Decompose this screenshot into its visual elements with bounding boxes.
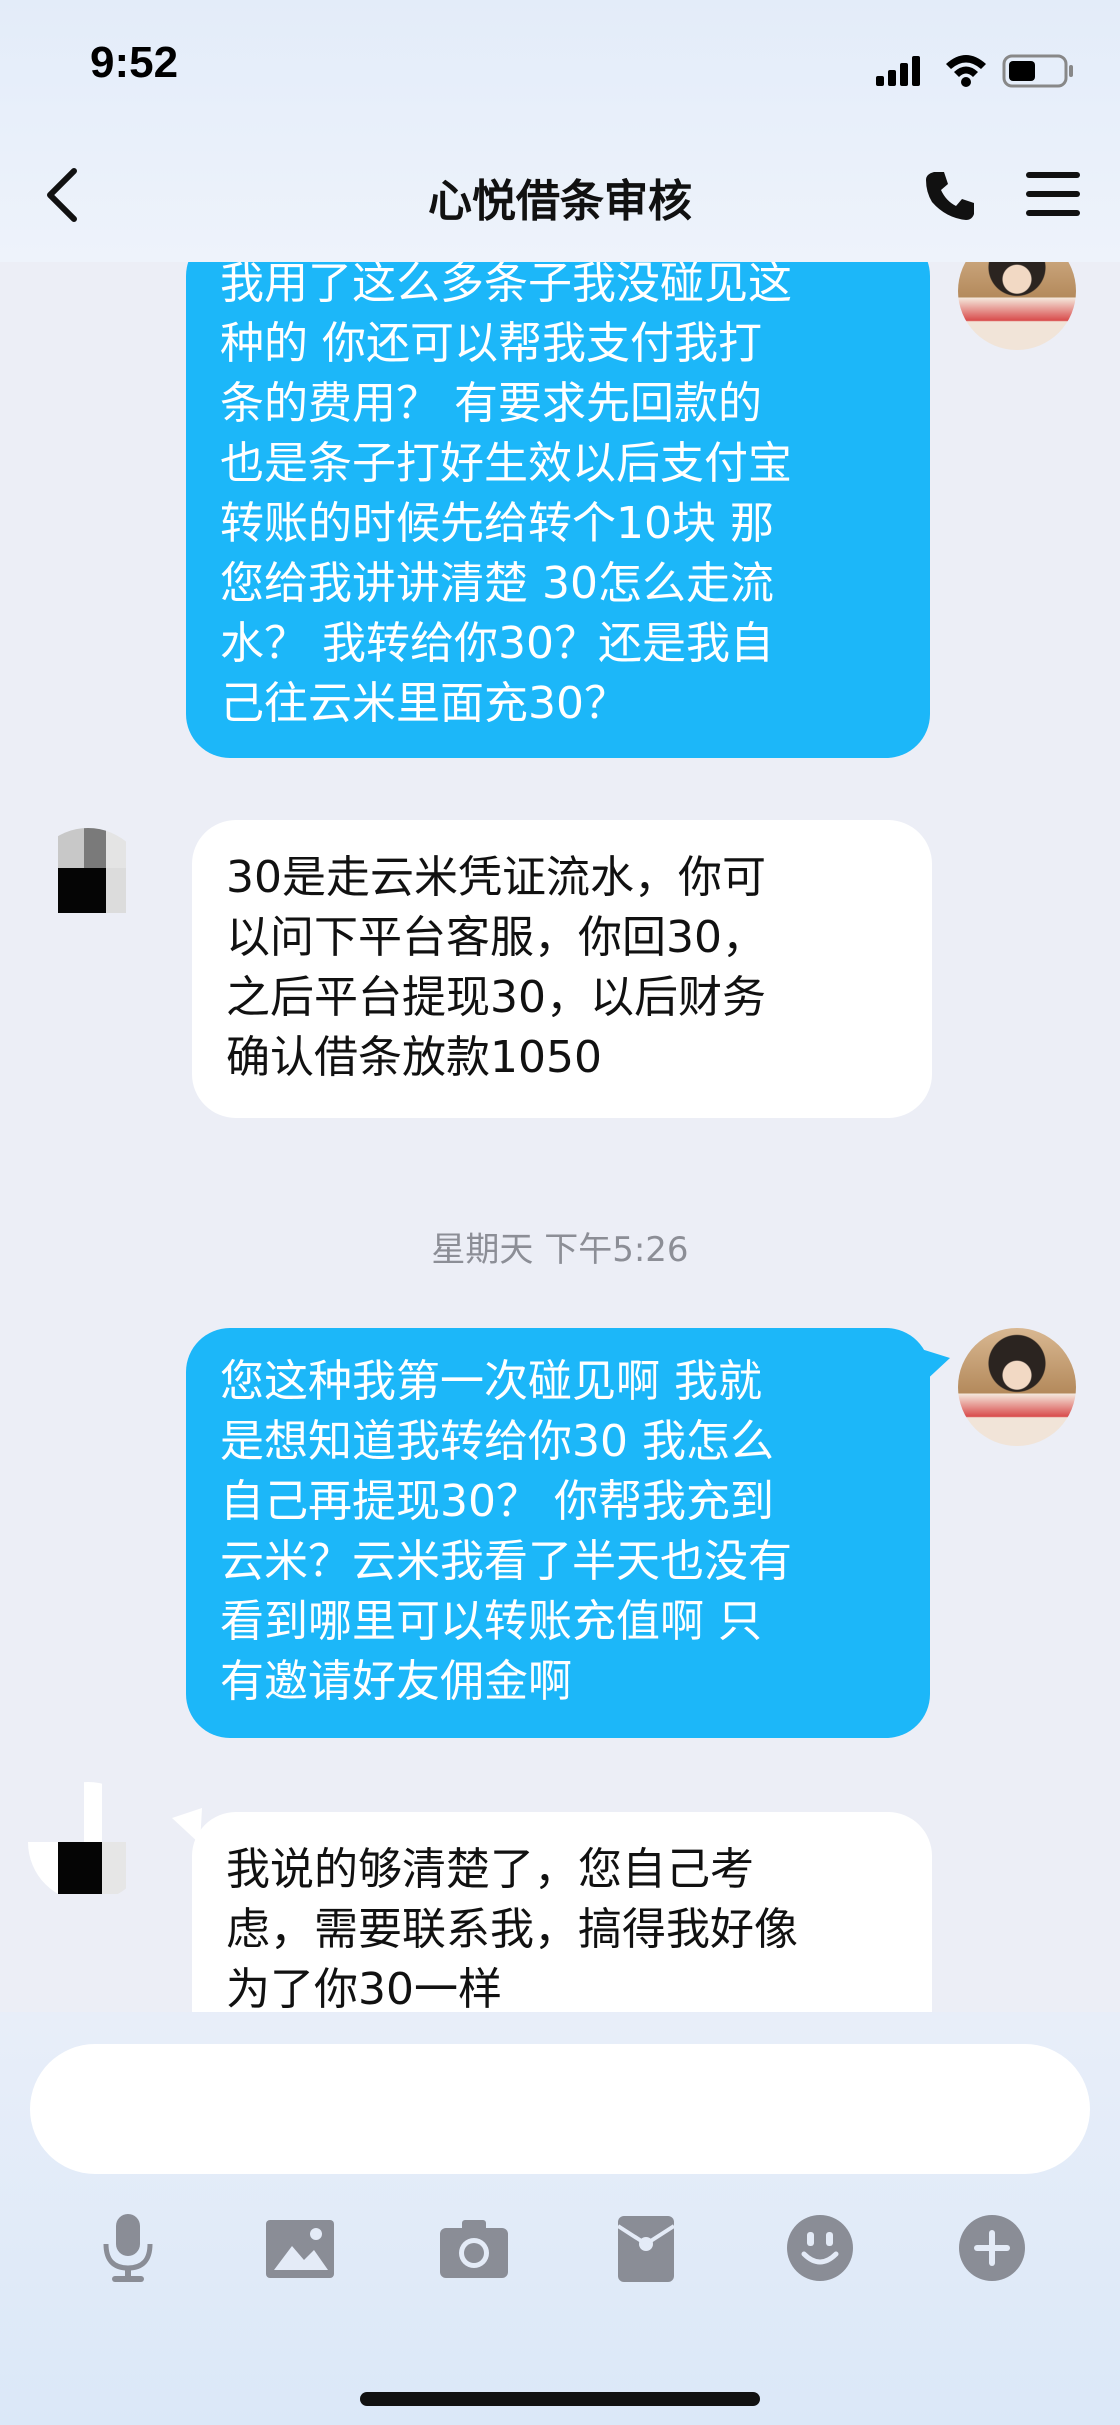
message-bubble-sent[interactable]: 我用了这么多条子我没碰见这 种的 你还可以帮我支付我打 条的费用？ 有要求先回款… xyxy=(186,262,930,758)
menu-button[interactable] xyxy=(1026,170,1080,218)
hamburger-menu-icon xyxy=(1026,172,1080,216)
pixelated-avatar-icon xyxy=(28,1782,126,1894)
pixelated-avatar-icon xyxy=(58,828,126,913)
image-button[interactable] xyxy=(264,2212,336,2284)
message-bubble-received[interactable]: 我说的够清楚了，您自己考 虑，需要联系我，搞得我好像 为了你30一样 xyxy=(192,1812,932,2012)
emoji-button[interactable] xyxy=(784,2212,856,2284)
my-avatar[interactable] xyxy=(958,1328,1076,1446)
battery-icon xyxy=(1002,54,1073,88)
red-packet-button[interactable] xyxy=(610,2212,682,2284)
image-icon xyxy=(266,2220,334,2278)
voice-button[interactable] xyxy=(92,2212,164,2284)
message-bubble-received[interactable]: 30是走云米凭证流水，你可 以问下平台客服，你回30， 之后平台提现30，以后财… xyxy=(192,820,932,1118)
message-input[interactable] xyxy=(30,2044,1090,2174)
bubble-tail xyxy=(918,1348,950,1384)
home-indicator[interactable] xyxy=(360,2392,760,2406)
phone-icon xyxy=(926,172,974,220)
my-avatar[interactable] xyxy=(958,262,1076,350)
camera-button[interactable] xyxy=(438,2212,510,2284)
plus-icon xyxy=(959,2215,1025,2281)
contact-avatar[interactable] xyxy=(28,1782,148,1902)
message-bubble-sent[interactable]: 您这种我第一次碰见啊 我就 是想知道我转给你30 我怎么 自己再提现30？ 你帮… xyxy=(186,1328,930,1738)
chat-area[interactable]: 我用了这么多条子我没碰见这 种的 你还可以帮我支付我打 条的费用？ 有要求先回款… xyxy=(0,262,1120,2012)
emoji-icon xyxy=(787,2215,853,2281)
contact-avatar[interactable] xyxy=(28,828,148,948)
red-packet-icon xyxy=(616,2216,676,2282)
more-button[interactable] xyxy=(956,2212,1028,2284)
timestamp: 星期天 下午5:26 xyxy=(431,1230,689,1270)
microphone-icon xyxy=(103,2214,153,2282)
camera-icon xyxy=(440,2220,508,2278)
signal-icon xyxy=(876,56,920,86)
status-icons xyxy=(876,48,1076,96)
top-bar: 9:52 心悦借条审核 xyxy=(0,0,1120,262)
call-button[interactable] xyxy=(922,168,978,224)
wifi-icon xyxy=(946,55,986,87)
status-time: 9:52 xyxy=(90,38,179,87)
input-area xyxy=(0,2012,1120,2425)
